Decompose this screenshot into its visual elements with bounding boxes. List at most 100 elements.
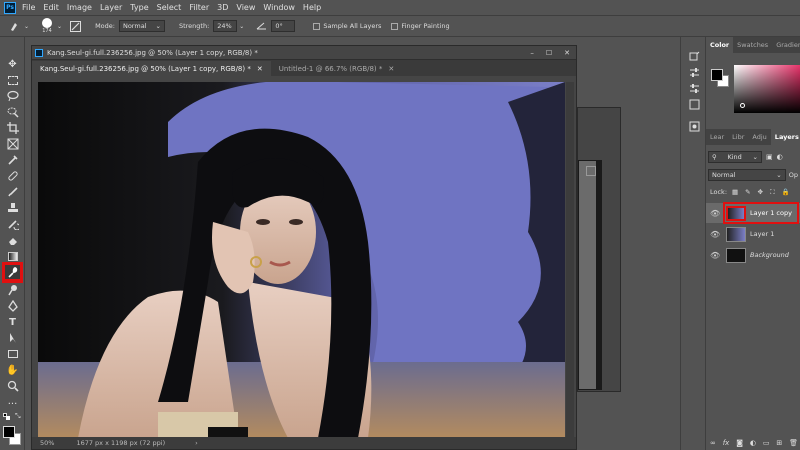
- adjustments-panel-icon[interactable]: [688, 83, 700, 94]
- image-canvas[interactable]: [38, 82, 565, 438]
- cc-panel-icon[interactable]: [688, 121, 700, 132]
- history-panel-icon[interactable]: [688, 51, 700, 62]
- properties-panel-icon[interactable]: [688, 67, 700, 78]
- document-titlebar[interactable]: Kang.Seul-gi.full.236256.jpg @ 50% (Laye…: [32, 46, 576, 60]
- angle-field[interactable]: 0°: [271, 20, 296, 32]
- tab-kang-seul-gi[interactable]: Kang.Seul-gi.full.236256.jpg @ 50% (Laye…: [32, 61, 271, 76]
- marquee-tool-icon[interactable]: [5, 73, 20, 87]
- lock-transparent-icon[interactable]: ▦: [732, 188, 738, 196]
- maximize-icon[interactable]: ☐: [546, 49, 552, 57]
- photoshop-logo-icon[interactable]: Ps: [4, 1, 16, 14]
- layer-name[interactable]: Background: [750, 251, 789, 259]
- brush-preset-picker[interactable]: 174: [39, 18, 55, 34]
- healing-brush-tool-icon[interactable]: [5, 169, 20, 183]
- foreground-color-swatch[interactable]: [3, 426, 15, 438]
- tab-gradients[interactable]: Gradients: [772, 37, 800, 53]
- layer-row-background[interactable]: 👁 Background: [706, 245, 800, 265]
- link-layers-icon[interactable]: ∞: [710, 439, 716, 447]
- group-icon[interactable]: ▭: [763, 439, 770, 447]
- more-tools-icon[interactable]: ···: [5, 397, 20, 411]
- swap-colors-icon[interactable]: ⤡: [15, 412, 21, 421]
- chevron-down-icon[interactable]: ⌄: [24, 23, 29, 30]
- chevron-right-icon[interactable]: ›: [195, 439, 198, 447]
- gradient-tool-icon[interactable]: [5, 249, 20, 263]
- menu-select[interactable]: Select: [157, 3, 182, 12]
- finger-painting-checkbox[interactable]: [391, 22, 399, 30]
- panel-foreground-color-swatch[interactable]: [711, 69, 723, 81]
- home-icon[interactable]: [6, 19, 22, 33]
- tab-swatches[interactable]: Swatches: [733, 37, 772, 53]
- clone-stamp-tool-icon[interactable]: [5, 201, 20, 215]
- menu-help[interactable]: Help: [303, 3, 321, 12]
- color-picker[interactable]: [734, 65, 800, 113]
- chevron-down-icon[interactable]: ⌄: [239, 23, 244, 30]
- layer-style-icon[interactable]: fx: [723, 439, 730, 447]
- menu-edit[interactable]: Edit: [43, 3, 59, 12]
- chevron-down-icon[interactable]: ⌄: [57, 23, 62, 30]
- zoom-level[interactable]: 50%: [40, 439, 54, 447]
- visibility-eye-icon[interactable]: 👁: [710, 251, 720, 260]
- new-layer-icon[interactable]: ⊞: [776, 439, 782, 447]
- close-icon[interactable]: ✕: [564, 49, 570, 57]
- menu-file[interactable]: File: [22, 3, 35, 12]
- menu-3d[interactable]: 3D: [217, 3, 228, 12]
- quick-selection-tool-icon[interactable]: [5, 105, 20, 119]
- layer-mask-icon[interactable]: ◙: [736, 439, 743, 447]
- lock-all-icon[interactable]: 🔒: [782, 188, 790, 196]
- layer-row-layer-1[interactable]: 👁 Layer 1: [706, 224, 800, 244]
- rectangle-tool-icon[interactable]: [5, 347, 20, 361]
- pen-tool-icon[interactable]: [5, 299, 20, 313]
- default-colors-icon[interactable]: [3, 413, 10, 420]
- brush-settings-icon[interactable]: [70, 20, 82, 32]
- lasso-tool-icon[interactable]: [5, 89, 20, 103]
- menu-type[interactable]: Type: [130, 3, 148, 12]
- dodge-tool-icon[interactable]: [5, 283, 20, 297]
- filter-pixel-icon[interactable]: ▣: [766, 153, 773, 161]
- tab-close-icon[interactable]: ✕: [388, 65, 394, 73]
- menu-view[interactable]: View: [236, 3, 255, 12]
- brush-tool-icon[interactable]: [5, 185, 20, 199]
- tab-color[interactable]: Color: [706, 37, 734, 53]
- visibility-eye-icon[interactable]: 👁: [710, 230, 720, 239]
- tab-untitled-1[interactable]: Untitled-1 @ 66.7% (RGB/8) * ✕: [271, 61, 403, 76]
- kind-filter-select[interactable]: ⚲ Kind ⌄: [708, 151, 762, 163]
- tab-learn[interactable]: Lear: [706, 129, 728, 145]
- history-brush-tool-icon[interactable]: [5, 217, 20, 231]
- adjustment-layer-icon[interactable]: ◐: [750, 439, 756, 447]
- mode-select[interactable]: Normal ⌄: [118, 20, 165, 32]
- tab-layers[interactable]: Layers: [770, 129, 800, 145]
- layer-highlight-box: [723, 202, 799, 224]
- untitled-document-window[interactable]: [577, 107, 621, 392]
- minimize-icon[interactable]: –: [530, 49, 534, 57]
- tab-adjustments[interactable]: Adju: [748, 129, 770, 145]
- type-tool-icon[interactable]: T: [5, 315, 20, 329]
- menu-window[interactable]: Window: [263, 3, 295, 12]
- strength-field[interactable]: 24%: [213, 20, 238, 32]
- eraser-tool-icon[interactable]: [5, 233, 20, 247]
- eyedropper-tool-icon[interactable]: [5, 153, 20, 167]
- tab-close-icon[interactable]: ✕: [257, 65, 263, 73]
- menu-layer[interactable]: Layer: [100, 3, 122, 12]
- visibility-eye-icon[interactable]: 👁: [710, 209, 720, 218]
- lock-artboard-icon[interactable]: ⛶: [770, 188, 775, 197]
- sample-all-layers-checkbox[interactable]: [313, 22, 321, 30]
- blend-mode-select[interactable]: Normal ⌄: [708, 169, 786, 181]
- hand-tool-icon[interactable]: ✋: [5, 363, 20, 377]
- layer-name[interactable]: Layer 1: [750, 230, 774, 238]
- move-tool-icon[interactable]: ✥: [5, 57, 20, 71]
- filter-adjustment-icon[interactable]: ◐: [777, 153, 783, 161]
- zoom-tool-icon[interactable]: [5, 379, 20, 393]
- path-selection-tool-icon[interactable]: [5, 331, 20, 345]
- crop-tool-icon[interactable]: [5, 121, 20, 135]
- lock-position-icon[interactable]: ✥: [758, 188, 763, 196]
- frame-tool-icon[interactable]: [5, 137, 20, 151]
- libraries-panel-icon[interactable]: [688, 99, 700, 110]
- portrait-photo: [38, 82, 565, 438]
- vertical-scrollbar[interactable]: [566, 82, 574, 438]
- tab-libraries[interactable]: Libr: [728, 129, 748, 145]
- menu-filter[interactable]: Filter: [189, 3, 209, 12]
- strength-value: 24%: [217, 22, 232, 30]
- lock-image-icon[interactable]: ✎: [745, 188, 750, 196]
- menu-image[interactable]: Image: [67, 3, 92, 12]
- delete-layer-icon[interactable]: 🗑: [789, 439, 798, 447]
